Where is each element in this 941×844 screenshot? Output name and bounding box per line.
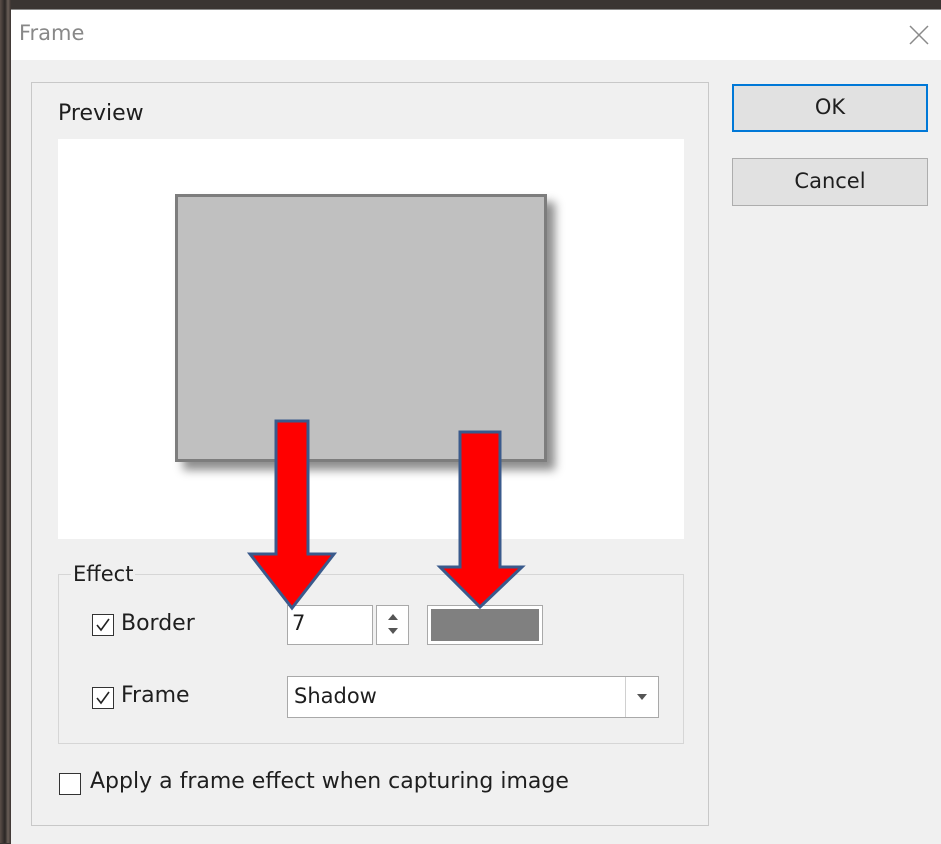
- checkmark-icon: [96, 691, 110, 705]
- frame-label: Frame: [121, 683, 190, 708]
- background-edge: [0, 0, 11, 843]
- preview-canvas: [58, 139, 684, 539]
- frame-checkbox[interactable]: [92, 687, 114, 709]
- settings-panel: Preview Effect Border 7 Frame Shadow App…: [31, 82, 709, 826]
- chevron-down-icon: [637, 694, 647, 700]
- effect-group-label: Effect: [71, 562, 136, 586]
- title-bar: Frame: [11, 10, 941, 60]
- ok-button[interactable]: OK: [732, 84, 928, 132]
- frame-style-dropdown[interactable]: Shadow: [287, 676, 659, 718]
- effect-group: Effect Border 7 Frame Shadow: [58, 562, 684, 744]
- border-checkbox[interactable]: [92, 614, 114, 636]
- capture-frame-label: Apply a frame effect when capturing imag…: [90, 769, 569, 794]
- border-width-spinner[interactable]: [376, 605, 409, 645]
- dropdown-button[interactable]: [625, 677, 658, 717]
- preview-image: [175, 194, 547, 462]
- spin-up-icon[interactable]: [388, 614, 398, 620]
- close-icon: [909, 25, 929, 45]
- frame-dialog: Frame Preview Effect Border 7 Frame Shad…: [11, 9, 941, 844]
- cancel-button[interactable]: Cancel: [732, 158, 928, 206]
- preview-label: Preview: [58, 101, 144, 126]
- frame-style-value: Shadow: [294, 684, 377, 708]
- checkmark-icon: [96, 618, 110, 632]
- window-title: Frame: [19, 21, 85, 45]
- capture-frame-checkbox[interactable]: [59, 773, 81, 795]
- border-color-button[interactable]: [427, 605, 543, 645]
- close-button[interactable]: [895, 10, 941, 60]
- border-color-fill: [431, 609, 539, 641]
- annotation-arrow-border-color: [436, 430, 526, 610]
- spin-down-icon[interactable]: [388, 628, 398, 634]
- annotation-arrow-border-width: [246, 419, 338, 611]
- border-label: Border: [121, 611, 195, 636]
